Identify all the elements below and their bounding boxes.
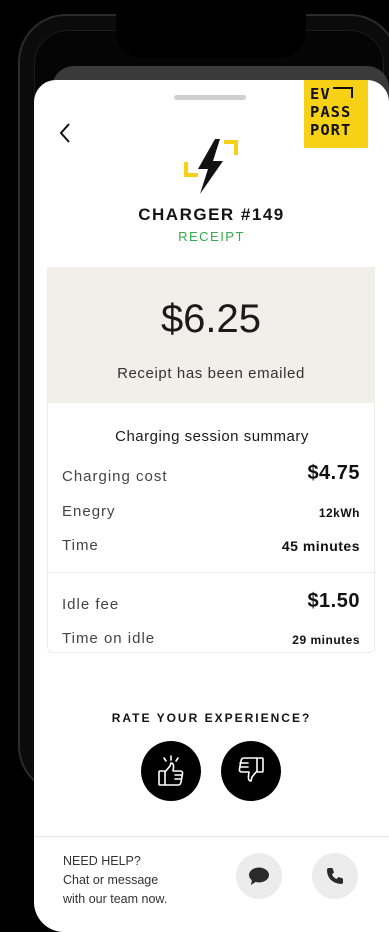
sheet-grabber[interactable] [174, 95, 246, 100]
row-label: Charging cost [62, 468, 168, 485]
row-value: 29 minutes [292, 633, 360, 647]
receipt-sheet: EV PASS PORT CHARGER #149 RECEIPT $6.25 … [34, 80, 389, 932]
chat-bubble-icon [249, 867, 269, 885]
row-value: $1.50 [307, 590, 360, 612]
summary-title: Charging session summary [115, 428, 309, 445]
row-label: Time on idle [62, 630, 156, 647]
thumbs-down-icon [238, 757, 264, 782]
thumbs-up-icon [158, 755, 184, 786]
summary-divider [48, 572, 376, 573]
footer-divider [34, 836, 389, 837]
summary-row: Idle fee $1.50 [62, 587, 360, 617]
brand-line-3: PORT [310, 121, 352, 139]
receipt-emailed-note: Receipt has been emailed [117, 365, 305, 382]
chevron-left-icon [59, 123, 70, 143]
row-label: Idle fee [62, 596, 120, 613]
row-value: $4.75 [307, 462, 360, 484]
thumbs-down-button[interactable] [221, 741, 281, 801]
phone-icon [327, 868, 343, 884]
row-value: 12kWh [318, 506, 360, 520]
summary-row: Time 45 minutes [62, 528, 360, 558]
brand-line-2: PASS [310, 103, 352, 121]
chat-button[interactable] [236, 853, 282, 899]
lightning-charger-icon [184, 139, 238, 194]
help-heading: NEED HELP? [63, 854, 141, 868]
total-amount: $6.25 [160, 297, 262, 341]
summary-row: Time on idle 29 minutes [62, 621, 360, 651]
receipt-label: RECEIPT [178, 229, 245, 244]
row-label: Time [62, 537, 99, 554]
ev-passport-logo: EV PASS PORT [304, 80, 368, 148]
session-summary: Charging session summary Charging cost $… [47, 403, 376, 653]
brand-line-1: EV [310, 85, 331, 103]
charger-title: CHARGER #149 [138, 205, 285, 224]
help-line-2: Chat or message [63, 873, 159, 887]
help-text: NEED HELP? Chat or message with our team… [63, 852, 213, 909]
phone-notch [116, 14, 306, 58]
row-label: Enegry [62, 503, 116, 520]
total-box: $6.25 Receipt has been emailed [47, 267, 375, 403]
thumbs-up-button[interactable] [141, 741, 201, 801]
help-line-3: with our team now. [63, 892, 168, 906]
back-button[interactable] [54, 118, 76, 148]
summary-row: Charging cost $4.75 [62, 459, 360, 489]
bracket-mark [332, 87, 353, 98]
row-value: 45 minutes [281, 538, 360, 554]
summary-row: Enegry 12kWh [62, 494, 360, 524]
rate-experience-title: RATE YOUR EXPERIENCE? [111, 711, 312, 725]
call-button[interactable] [312, 853, 358, 899]
